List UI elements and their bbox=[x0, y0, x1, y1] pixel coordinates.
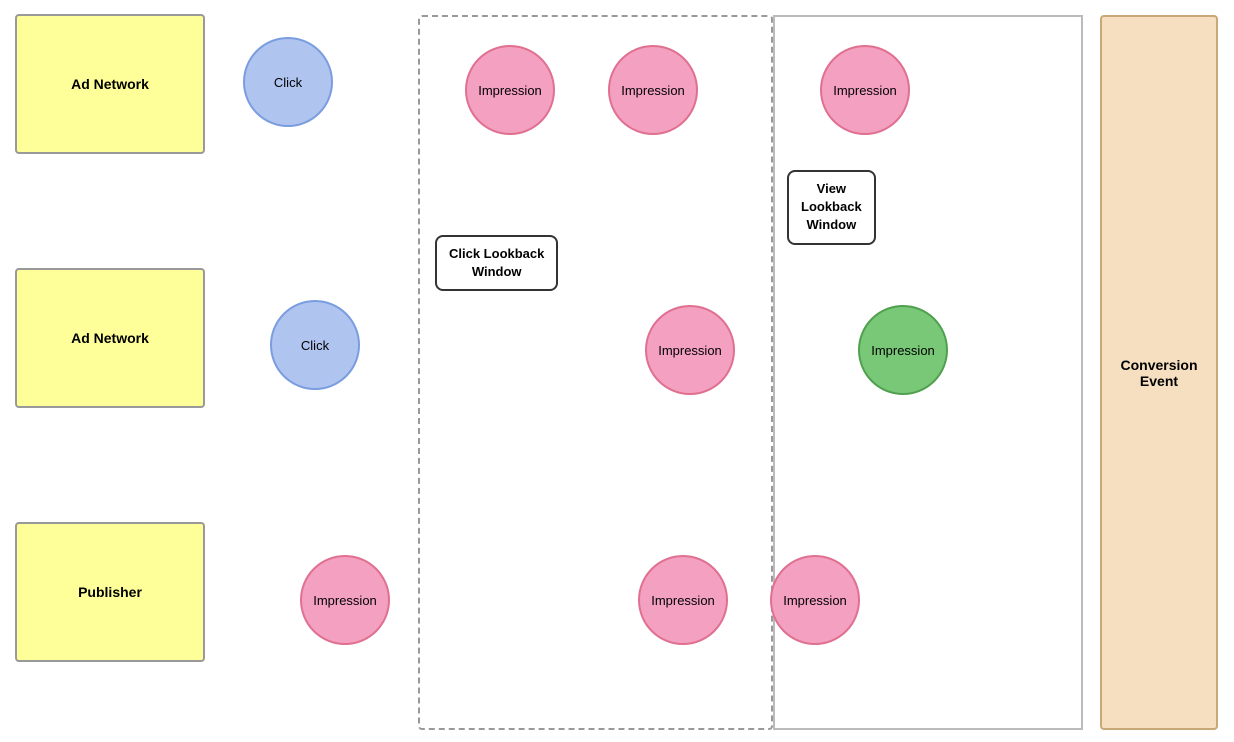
click-mid-label: Click bbox=[301, 338, 329, 353]
click-lookback-text: Click LookbackWindow bbox=[449, 246, 544, 279]
publisher-box: Publisher bbox=[15, 522, 205, 662]
impression-r1c1-label: Impression bbox=[478, 83, 542, 98]
click-lookback-label: Click LookbackWindow bbox=[435, 235, 558, 291]
impression-r1c2-label: Impression bbox=[621, 83, 685, 98]
impression-r1c1: Impression bbox=[465, 45, 555, 135]
ad-network-mid-label: Ad Network bbox=[71, 330, 149, 346]
impression-r3c3-label: Impression bbox=[783, 593, 847, 608]
diagram-container: Ad Network Ad Network Publisher Click Cl… bbox=[0, 0, 1234, 742]
view-lookback-label: ViewLookbackWindow bbox=[787, 170, 876, 245]
click-top-label: Click bbox=[274, 75, 302, 90]
impression-r3c3: Impression bbox=[770, 555, 860, 645]
impression-r2c3-green: Impression bbox=[858, 305, 948, 395]
impression-r2c2-label: Impression bbox=[658, 343, 722, 358]
ad-network-top-box: Ad Network bbox=[15, 14, 205, 154]
impression-r3c1-label: Impression bbox=[313, 593, 377, 608]
publisher-label: Publisher bbox=[78, 584, 142, 600]
conversion-event-label: ConversionEvent bbox=[1120, 357, 1197, 389]
impression-r3c2-label: Impression bbox=[651, 593, 715, 608]
view-lookback-text: ViewLookbackWindow bbox=[801, 181, 862, 232]
impression-r1c3-label: Impression bbox=[833, 83, 897, 98]
impression-r1c3: Impression bbox=[820, 45, 910, 135]
click-circle-top: Click bbox=[243, 37, 333, 127]
click-circle-mid: Click bbox=[270, 300, 360, 390]
impression-r3c2: Impression bbox=[638, 555, 728, 645]
ad-network-mid-box: Ad Network bbox=[15, 268, 205, 408]
ad-network-top-label: Ad Network bbox=[71, 76, 149, 92]
impression-r2c3-label: Impression bbox=[871, 343, 935, 358]
conversion-event-panel: ConversionEvent bbox=[1100, 15, 1218, 730]
impression-r1c2: Impression bbox=[608, 45, 698, 135]
impression-r2c2: Impression bbox=[645, 305, 735, 395]
impression-r3c1: Impression bbox=[300, 555, 390, 645]
